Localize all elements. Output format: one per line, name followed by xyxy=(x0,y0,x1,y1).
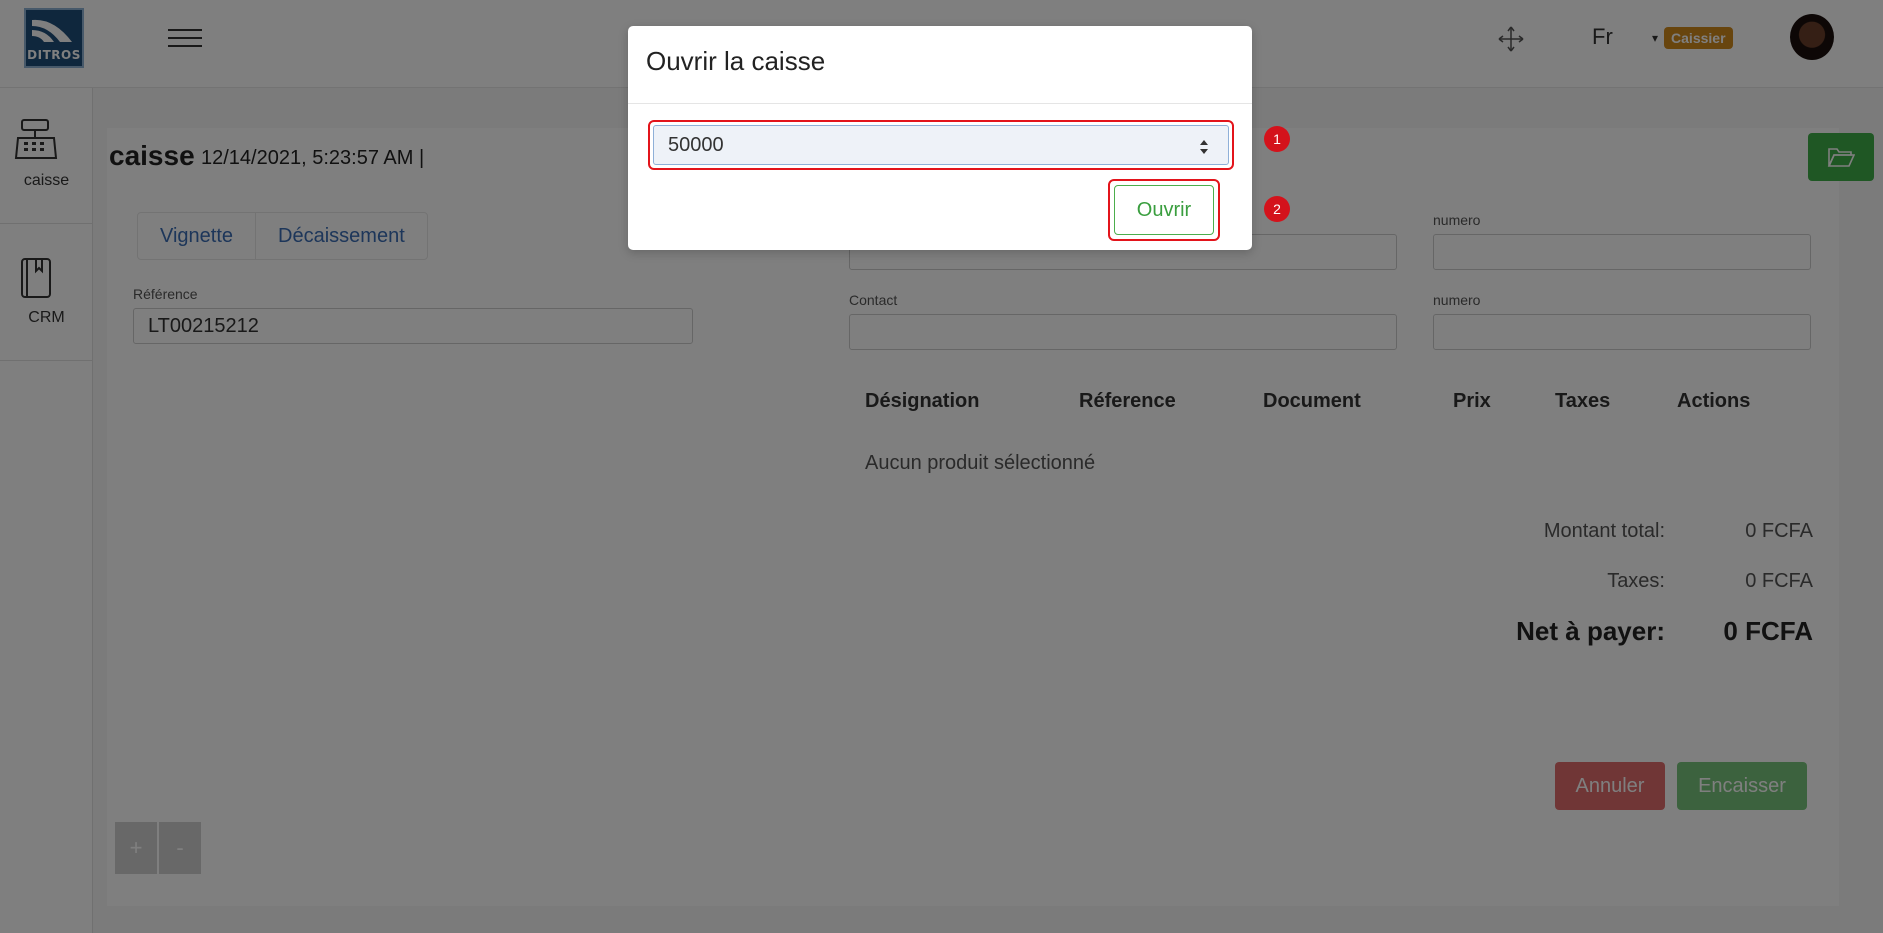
amount-highlight xyxy=(648,120,1234,170)
modal-title: Ouvrir la caisse xyxy=(646,46,826,76)
submit-highlight: Ouvrir xyxy=(1108,179,1220,241)
number-spinner-icon[interactable] xyxy=(1198,138,1210,156)
open-register-modal: Ouvrir la caisse Ouvrir xyxy=(628,26,1252,250)
opening-amount-input[interactable] xyxy=(653,125,1229,165)
step-marker-2: 2 xyxy=(1264,196,1290,222)
modal-header: Ouvrir la caisse xyxy=(628,26,1252,104)
step-marker-1: 1 xyxy=(1264,126,1290,152)
ouvrir-button[interactable]: Ouvrir xyxy=(1114,185,1214,235)
